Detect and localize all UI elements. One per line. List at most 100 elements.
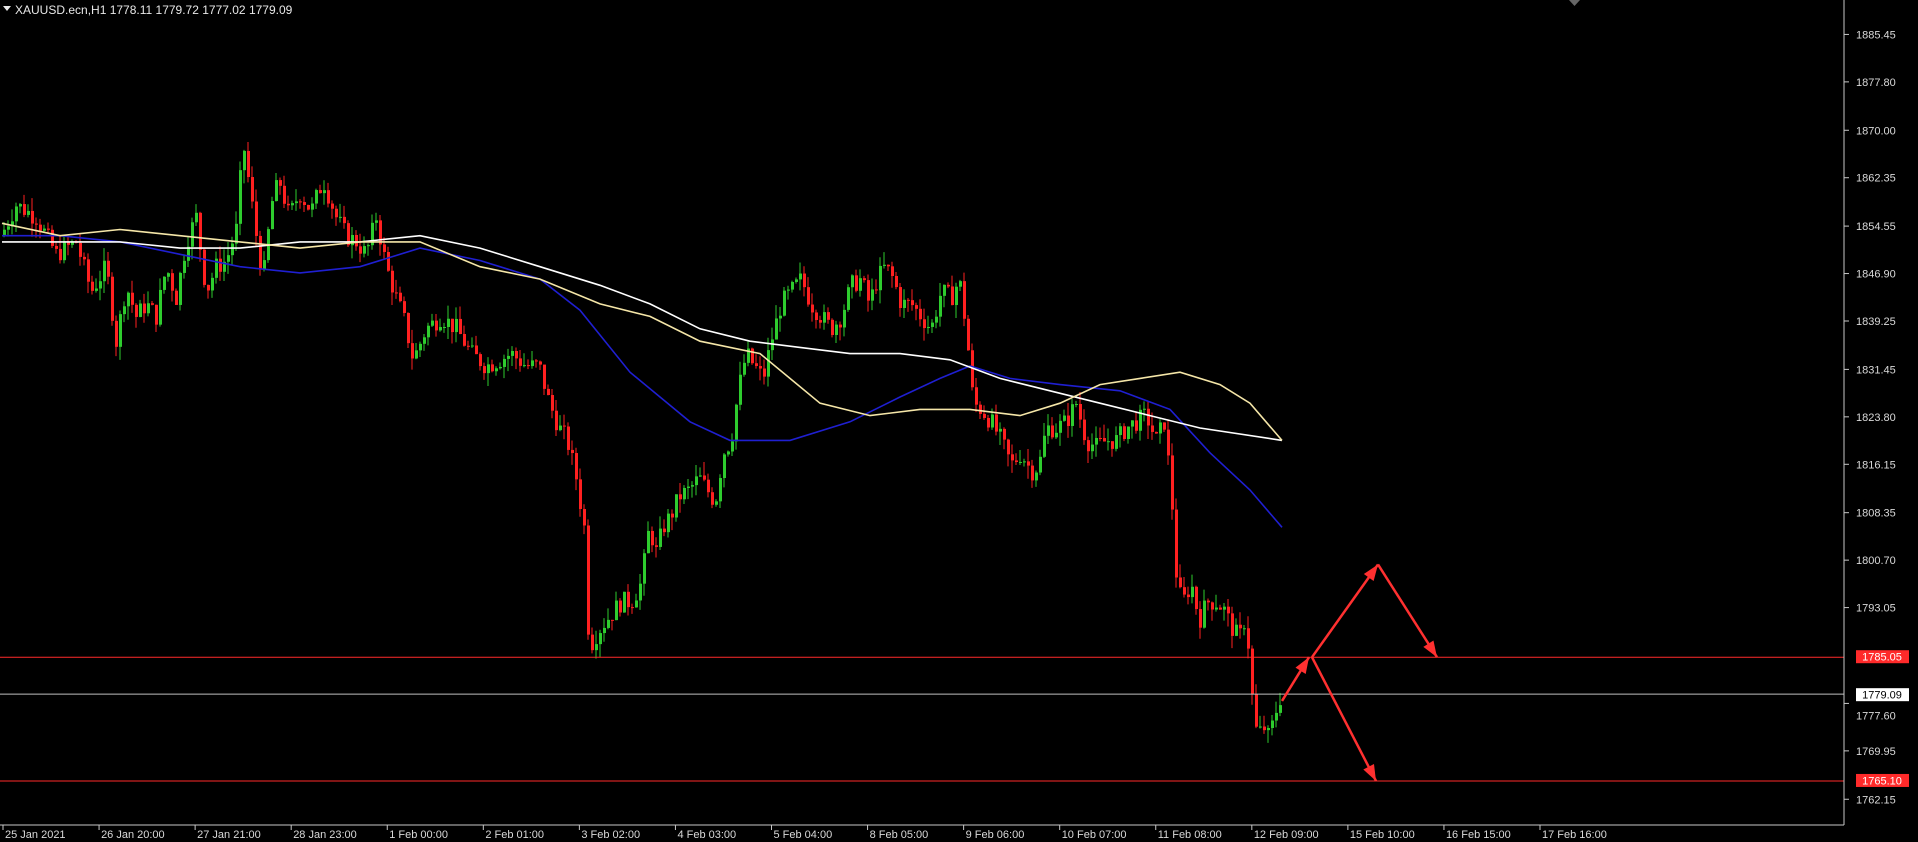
candle-body [503,358,506,367]
candle-body [1035,472,1038,481]
candle-body [843,309,846,328]
candle-body [659,528,662,547]
candle-body [715,501,718,505]
candle-body [1115,435,1118,449]
candle-body [411,343,414,359]
candle-body [1131,420,1134,427]
candle-body [151,303,154,305]
candle-body [567,426,570,450]
candle-body [679,494,682,500]
candle-body [675,494,678,518]
candle-body [719,478,722,502]
candle-body [15,206,18,222]
candle-body [339,216,342,218]
candle-body [363,246,366,254]
candle-body [1111,441,1114,449]
price-tick-label: 1831.45 [1856,364,1896,376]
candle-body [867,280,870,301]
candle-body [307,204,310,210]
candle-body [575,453,578,480]
candle-body [227,255,230,262]
candle-body [1055,432,1058,438]
candle-body [623,591,626,613]
candle-body [111,276,114,321]
time-tick-label: 25 Jan 2021 [5,829,66,841]
candle-body [583,508,586,526]
candle-body [91,281,94,291]
price-tick-label: 1769.95 [1856,746,1896,758]
candle-body [871,289,874,301]
candle-body [379,220,382,245]
level-price-label: 1765.10 [1862,775,1902,787]
time-tick-label: 17 Feb 16:00 [1542,829,1607,841]
candle-body [355,234,358,247]
candle-body [179,272,182,305]
candle-body [551,395,554,411]
candle-body [231,243,234,256]
candle-body [135,304,138,317]
candle-body [627,591,630,608]
candle-body [943,284,946,296]
time-tick-label: 10 Feb 07:00 [1062,829,1127,841]
candle-body [647,530,650,554]
candle-body [407,312,410,344]
candle-body [799,273,802,280]
candle-body [507,355,510,359]
candle-body [535,360,538,362]
candle-body [471,345,474,347]
candle-body [131,292,134,305]
candle-body [255,201,258,236]
candle-body [295,201,298,204]
time-tick-label: 28 Jan 23:00 [293,829,357,841]
candle-body [203,249,206,285]
candle-body [543,364,546,389]
candle-body [779,315,782,319]
candle-body [735,404,738,442]
candle-body [1031,465,1034,481]
candle-body [1119,426,1122,436]
time-tick-label: 9 Feb 06:00 [966,829,1025,841]
candle-body [139,303,142,317]
candle-body [619,600,622,613]
candle-body [1095,437,1098,445]
candle-body [1011,454,1014,461]
time-tick-label: 8 Feb 05:00 [870,829,929,841]
candle-body [639,583,642,601]
candle-body [1103,438,1106,442]
candle-body [1183,587,1186,595]
candle-body [475,345,478,355]
candle-body [375,220,378,223]
candle-body [279,180,282,186]
candle-body [155,304,158,325]
candle-body [1123,426,1126,440]
candle-body [987,417,990,428]
candle-body [7,226,10,230]
price-tick-label: 1862.35 [1856,173,1896,185]
candle-body [263,260,266,270]
chart-background [0,0,1918,842]
candle-body [19,204,22,207]
candle-body [431,320,434,326]
candle-body [1239,624,1242,629]
candle-body [1199,609,1202,628]
candle-body [519,358,522,366]
candle-body [219,258,222,272]
candle-body [247,150,250,178]
candle-body [695,476,698,486]
candle-body [1243,628,1246,630]
price-chart[interactable]: XAUUSD.ecn,H1 1778.11 1779.72 1777.02 17… [0,0,1918,842]
candle-body [311,203,314,210]
candle-body [635,600,638,608]
candle-body [643,553,646,584]
candle-body [1023,461,1026,463]
candle-body [1003,428,1006,440]
candle-body [43,228,46,231]
candle-body [835,324,838,335]
candle-body [31,210,34,224]
candle-body [403,301,406,313]
candle-body [147,303,150,314]
level-price-label: 1785.05 [1862,652,1902,664]
candle-body [1015,460,1018,463]
candle-body [1059,420,1062,433]
candle-body [487,364,490,374]
